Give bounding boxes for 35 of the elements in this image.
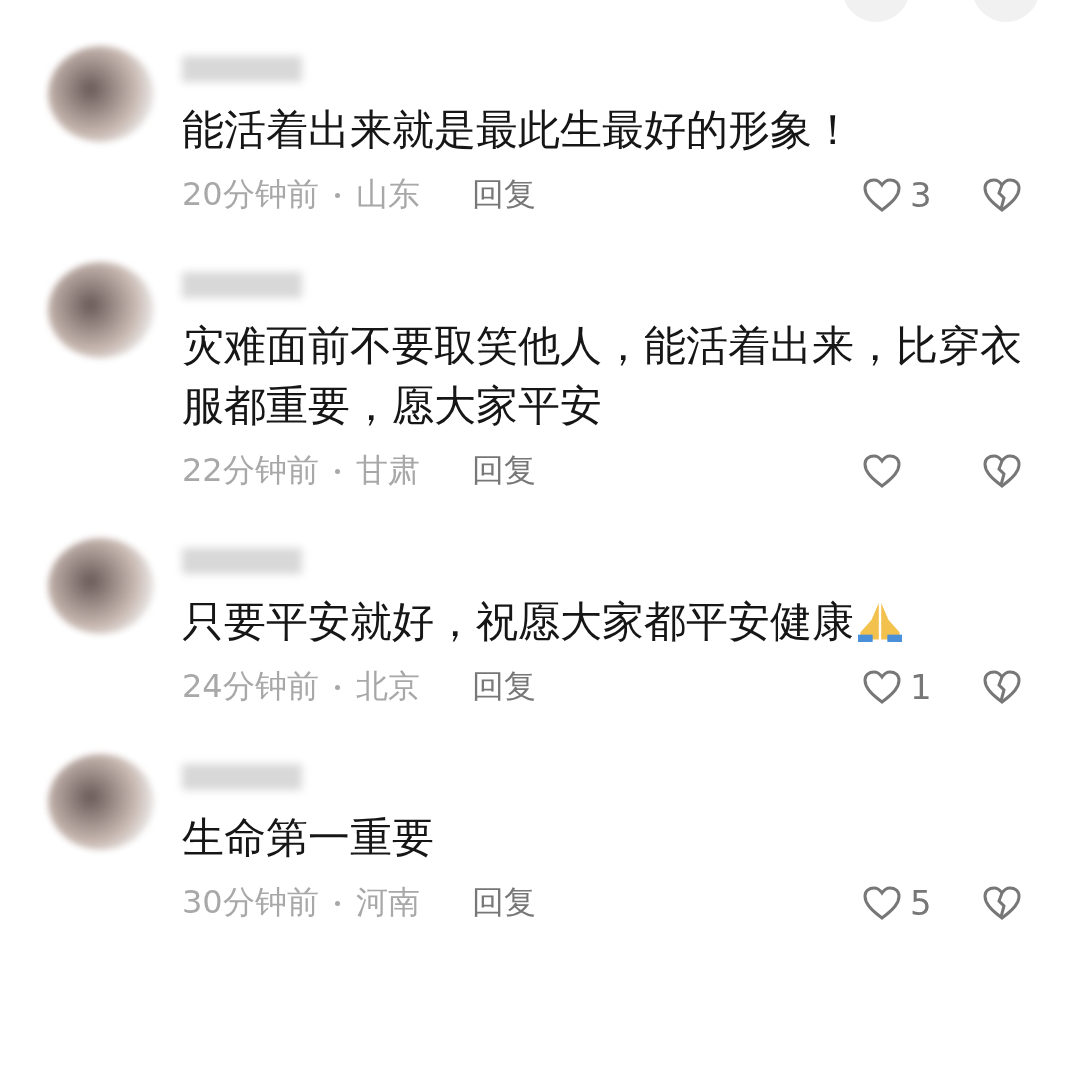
blurred-avatar[interactable]	[48, 262, 154, 358]
blurred-avatar[interactable]	[48, 538, 154, 634]
comment-location: 甘肃	[355, 450, 420, 491]
comment-location: 北京	[355, 666, 420, 707]
like-count: 3	[909, 175, 933, 215]
comment-location: 河南	[355, 882, 420, 923]
comment-text: 能活着出来就是最此生最好的形象！	[182, 105, 854, 154]
comment-time: 20分钟前	[182, 174, 319, 215]
broken-heart-icon[interactable]	[982, 885, 1022, 921]
blurred-avatar[interactable]	[48, 754, 154, 850]
reply-button[interactable]: 回复	[471, 173, 536, 217]
like-count: 5	[909, 883, 933, 923]
reply-button[interactable]: 回复	[471, 449, 536, 493]
comment-text: 灾难面前不要取笑他人，能活着出来，比穿衣服都重要，愿大家平安	[182, 321, 1022, 430]
like-heart-icon[interactable]	[862, 453, 902, 489]
separator-dot	[334, 192, 340, 198]
comment-time: 30分钟前	[182, 882, 319, 923]
broken-heart-icon[interactable]	[982, 177, 1022, 213]
comment-location: 山东	[355, 174, 420, 215]
separator-dot	[334, 468, 340, 474]
comment-time: 24分钟前	[182, 666, 319, 707]
like-heart-icon[interactable]	[862, 669, 902, 705]
comment-text: 只要平安就好，祝愿大家都平安健康	[182, 597, 854, 646]
blurred-avatar[interactable]	[48, 46, 154, 142]
separator-dot	[334, 684, 340, 690]
comment-text: 生命第一重要	[182, 813, 434, 862]
like-heart-icon[interactable]	[862, 177, 902, 213]
reply-button[interactable]: 回复	[471, 881, 536, 925]
separator-dot	[334, 900, 340, 906]
broken-heart-icon[interactable]	[982, 669, 1022, 705]
broken-heart-icon[interactable]	[982, 453, 1022, 489]
like-heart-icon[interactable]	[862, 885, 902, 921]
like-count: 1	[909, 667, 933, 707]
reply-button[interactable]: 回复	[471, 665, 536, 709]
comment-time: 22分钟前	[182, 450, 319, 491]
